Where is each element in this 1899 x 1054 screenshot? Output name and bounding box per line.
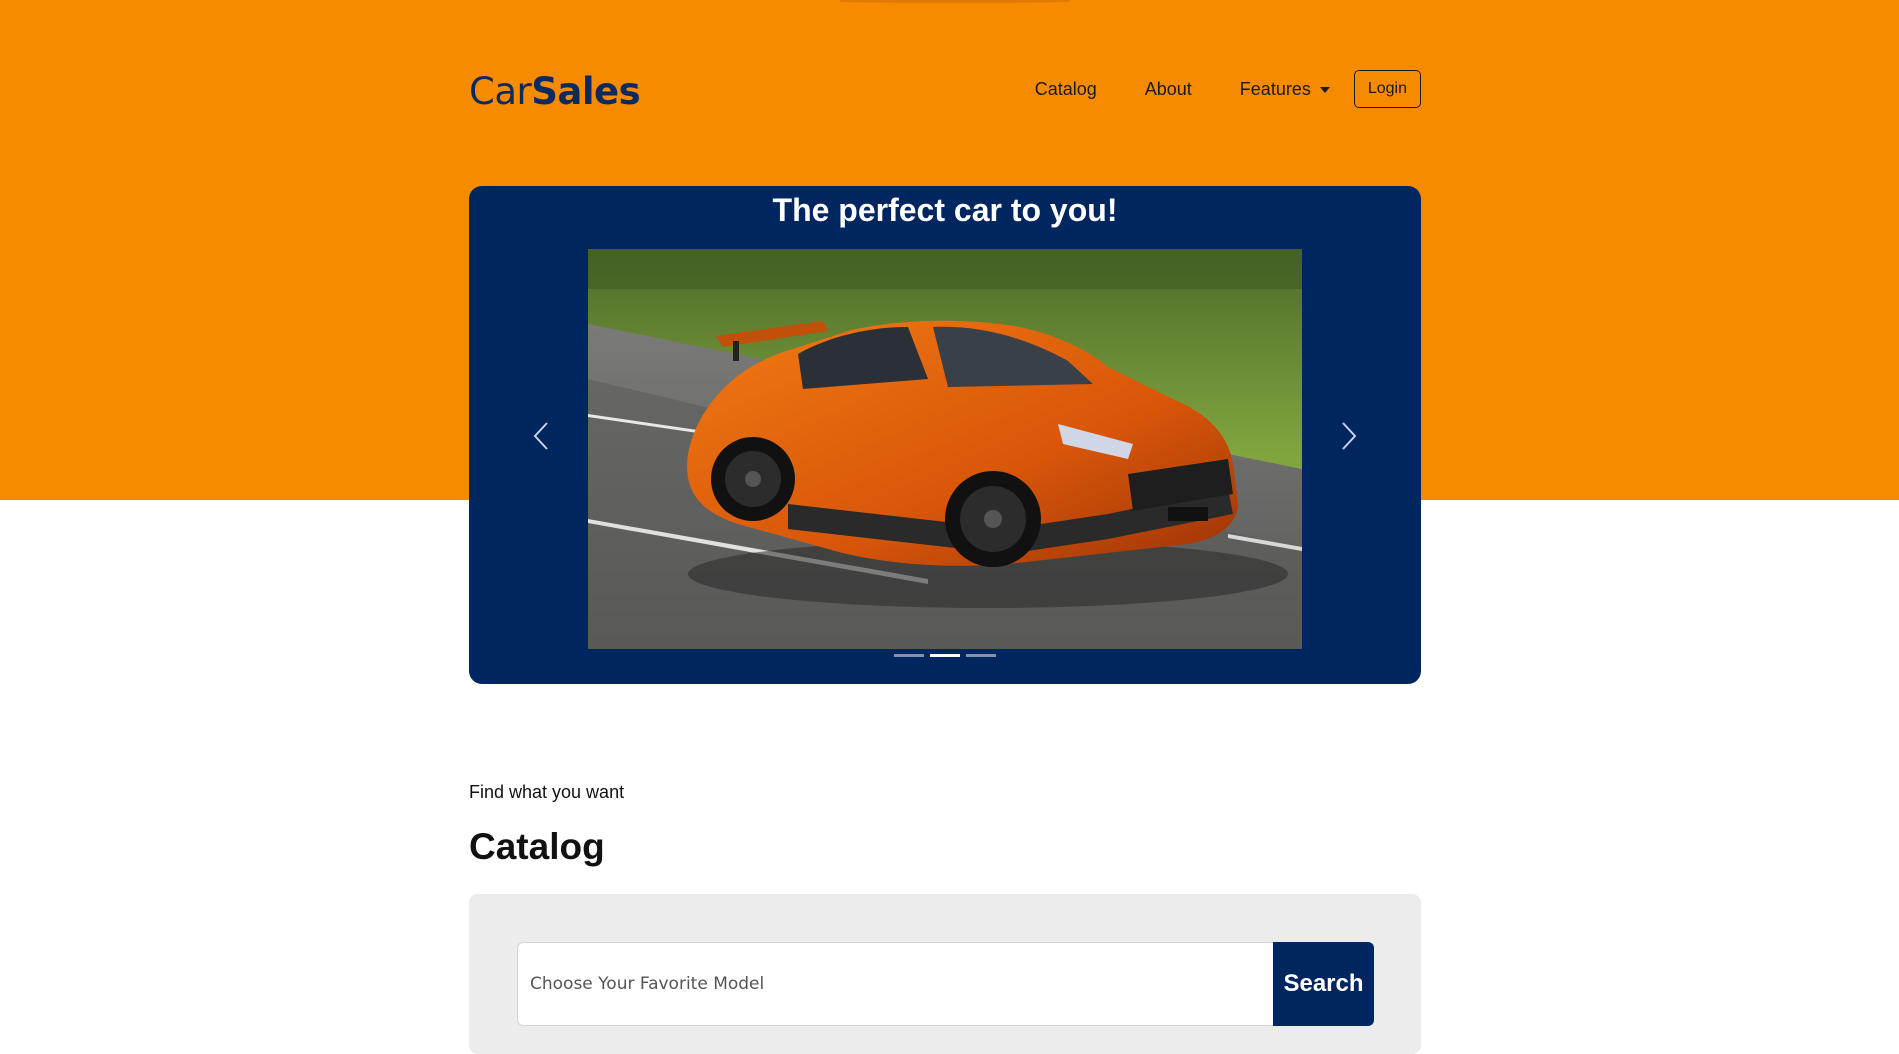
carousel-prev-button[interactable] [521,416,561,456]
carousel-indicator-3[interactable] [966,654,996,657]
carousel-indicator-1[interactable] [894,654,924,657]
login-button[interactable]: Login [1353,70,1421,108]
nav-link-about[interactable]: About [1145,79,1192,100]
search-button[interactable]: Search [1273,942,1374,1026]
nav-links: Catalog About Features Login [987,69,1421,109]
chevron-right-icon [1342,422,1357,450]
nav-dropdown-features[interactable]: Features [1240,79,1330,100]
chevron-left-icon [533,422,548,450]
hero-carousel: The perfect car to you! [469,186,1421,684]
navbar: CarSales Catalog About Features Login [469,62,1421,118]
catalog-title: Catalog [469,826,605,867]
top-shadow [840,0,1070,3]
caret-down-icon [1319,87,1330,93]
carousel-indicators [469,654,1421,657]
carousel-indicator-2[interactable] [930,654,960,657]
nav-link-catalog[interactable]: Catalog [1035,79,1097,100]
carousel-title: The perfect car to you! [772,192,1118,228]
brand-light: Car [469,70,532,113]
carousel-slide-image [588,249,1302,649]
orange-sports-car-image [588,249,1302,649]
brand-logo[interactable]: CarSales [469,70,641,113]
model-search-input[interactable] [517,942,1273,1026]
search-panel: Search [469,894,1421,1054]
catalog-eyebrow: Find what you want [469,782,625,802]
carousel-next-button[interactable] [1329,416,1369,456]
brand-bold: Sales [531,70,641,113]
nav-dropdown-label: Features [1239,78,1311,99]
